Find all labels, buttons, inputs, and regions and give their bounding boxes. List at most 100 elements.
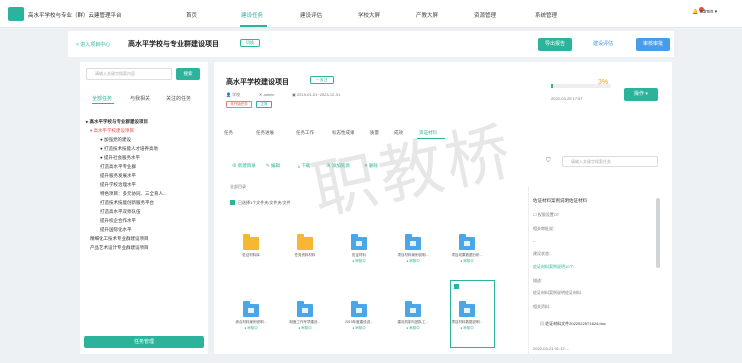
tab-all-tasks[interactable]: 全部任务 [92, 95, 112, 102]
checkbox-icon[interactable] [454, 284, 459, 289]
nav-school-screen[interactable]: 学校大屏 [358, 11, 380, 19]
top-navbar: 高水平学校与专业（群）云建管理平台 首页 建设任务 建设评估 学校大屏 产教大屏… [0, 0, 742, 28]
folder-icon [297, 301, 313, 317]
tree-item[interactable]: 打造高水平专业群 [100, 164, 136, 170]
export-button[interactable]: 导出报告 [538, 38, 572, 51]
tab-progress[interactable]: 任务进展 [256, 130, 274, 136]
nav-system[interactable]: 系统管理 [535, 11, 557, 19]
new-folder-button[interactable]: ⊕ 新建目录 [232, 163, 256, 169]
folder-name: 佐证材料库 [242, 253, 260, 257]
scrollbar[interactable] [656, 198, 660, 268]
back-link[interactable]: < 进入项目中心 [76, 41, 110, 48]
folder-icon [405, 301, 421, 317]
folder-item[interactable]: 项目成果数据分析... ● 审核中 [442, 234, 492, 264]
creator-icon: ✕ [259, 92, 263, 97]
tree-item[interactable]: 打造高水平双师队伍 [100, 209, 141, 215]
tree-item[interactable]: 提升学校治理水平 [100, 182, 136, 188]
nav-home[interactable]: 首页 [186, 11, 197, 19]
tab-quality[interactable]: 质量 [370, 130, 379, 136]
folder-status: ● 审核中 [406, 326, 420, 330]
checkbox-icon[interactable] [230, 200, 235, 206]
nav-active-indicator [240, 25, 267, 27]
tree-item[interactable]: 产品艺术设计专业群建设项目 [90, 245, 149, 251]
tree-item[interactable]: ● 打造技术技能人才培养高地 [100, 146, 158, 152]
switch-tag[interactable]: 切换 [240, 39, 260, 47]
select-all-row[interactable]: 已选择1个文件夹/文件夹/文件 [230, 200, 290, 206]
tree-item[interactable]: 提升国际化水平 [100, 227, 132, 233]
eval-button[interactable]: 建设评估 [583, 38, 623, 51]
tab-achievement[interactable]: 标志性成果 [332, 130, 355, 136]
side-permission[interactable]: ☐ 权限设置OT [533, 212, 559, 218]
folder-breadcrumb[interactable]: 全部目录 [230, 184, 246, 190]
side-timestamp: 2022-03-21 01:12:... [533, 346, 570, 351]
task-search-input[interactable]: 请输入关键字搜索内容 [86, 68, 172, 80]
bell-icon[interactable]: 🔔 [692, 9, 698, 15]
folder-icon [243, 234, 259, 250]
nav-industry-screen[interactable]: 产教大屏 [416, 11, 438, 19]
updated-time: 2022-03-25 17:57 [551, 96, 583, 101]
progress-fill [551, 84, 553, 88]
tree-item[interactable]: 提升校企合作水平 [100, 218, 136, 224]
folder-item[interactable]: 佐证材料 ● 审核中 [334, 234, 384, 264]
status-tag-red: 未开始任务 [226, 101, 252, 108]
tree-item[interactable]: 打造技术技能创新服务平台 [100, 200, 154, 206]
side-search-input[interactable]: 请输入关键字搜索任务 [562, 156, 658, 167]
nav-build-tasks[interactable]: 建设任务 [241, 11, 263, 19]
task-detail-panel: 高水平学校建设项目 + 关注 👤 学校 ✕ admin ▣ 2019-01-01… [214, 62, 672, 354]
folder-name: 2019年度建设说... [344, 320, 374, 324]
tab-followed-tasks[interactable]: 关注的任务 [166, 95, 191, 102]
edit-button[interactable]: ✎ 编辑 [266, 163, 280, 169]
filter-icon[interactable]: ⛉ [546, 158, 551, 165]
tree-item[interactable]: ● 加强党的建设 [100, 137, 131, 143]
owner-icon: 👤 [226, 92, 231, 97]
tree-item[interactable]: 提升服务发展水平 [100, 173, 136, 179]
folder-item[interactable]: 综合材料案例说明... ● 审核中 [226, 301, 276, 331]
tree-item-selected[interactable]: ▾ 高水平学校建设项目 [90, 128, 134, 134]
search-button[interactable]: 搜索 [176, 68, 200, 80]
tab-effect[interactable]: 成效 [394, 130, 403, 136]
folder-item[interactable]: 2019年度建设说... ● 审核中 [334, 301, 384, 331]
folder-status: ● 审核中 [406, 259, 420, 263]
action-button[interactable]: 操作 ▾ [624, 88, 658, 101]
tab-related-tasks[interactable]: 与我相关 [130, 95, 150, 102]
tab-task[interactable]: 任务 [224, 130, 233, 136]
folder-item[interactable]: 建设机制与团队工... ● 审核中 [388, 301, 438, 331]
side-label: 描述： [533, 278, 545, 283]
folder-item[interactable]: 项目材料案例说明... ● 审核中 [388, 234, 438, 264]
folder-item[interactable]: 任务资料材料 [280, 234, 330, 258]
approve-button[interactable]: 审核审批 [636, 38, 670, 51]
folder-name: 制度工作专项建设... [289, 320, 321, 324]
user-menu[interactable]: 🔔 admin ▾ [692, 9, 717, 15]
tree-item[interactable]: ▸ 高水平学校与专业群建设项目 [86, 119, 148, 125]
tab-evidence[interactable]: 资证材料 [419, 130, 437, 136]
add-resource-button[interactable]: ⊕ 添加资源 [326, 163, 350, 169]
tab-work[interactable]: 任务工作 [296, 130, 314, 136]
nav-build-eval[interactable]: 建设评估 [300, 11, 322, 19]
side-label: 相关资料： [533, 304, 553, 309]
folder-status: ● 审核中 [352, 326, 366, 330]
task-manage-button[interactable]: 任务管理 [84, 336, 204, 348]
file-name: 佐证材料文件20220225T1624.doc [545, 321, 606, 326]
download-button[interactable]: ⤓ 下载 [298, 163, 310, 169]
tree-item[interactable]: 精细化工技术专业群建设项目 [90, 236, 149, 242]
folder-icon [459, 234, 475, 250]
folder-icon [351, 301, 367, 317]
side-value-link[interactable]: 佐证材料案例说明10个 [533, 264, 573, 270]
project-header: < 进入项目中心 高水平学校与专业群建设项目 切换 导出报告 建设评估 审核审批 [68, 31, 674, 57]
selection-outline [450, 280, 495, 348]
task-tree-panel: 请输入关键字搜索内容 搜索 全部任务 与我相关 关注的任务 ▸ 高水平学校与专业… [80, 62, 208, 354]
delete-button[interactable]: ✕ 删除 [364, 163, 378, 169]
folder-icon [297, 234, 313, 250]
folder-item[interactable]: 佐证材料库 [226, 234, 276, 258]
task-owner: 学校 [232, 92, 241, 97]
project-title: 高水平学校与专业群建设项目 [128, 41, 219, 48]
nav-resources[interactable]: 资源管理 [474, 11, 496, 19]
detail-sidepanel: 佐证材料案例说明佐证材料 ☐ 权限设置OT 相关审批说： -- 建设状态： 佐证… [528, 186, 664, 354]
calendar-icon: ▣ [292, 92, 296, 97]
file-attachment[interactable]: ▤ 佐证材料文件20220225T1624.doc [540, 321, 606, 327]
follow-button[interactable]: + 关注 [310, 76, 334, 84]
folder-item[interactable]: 制度工作专项建设... ● 审核中 [280, 301, 330, 331]
folder-name: 综合材料案例说明... [235, 320, 267, 324]
tree-item[interactable]: 特色项目：多元协同、三全育人... [100, 191, 167, 197]
tree-item[interactable]: ● 提升社会服务水平 [100, 155, 140, 161]
